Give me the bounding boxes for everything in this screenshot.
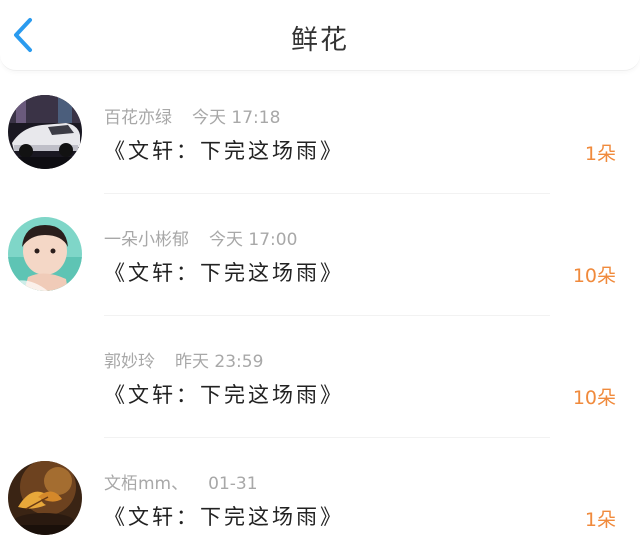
username[interactable]: 百花亦绿	[104, 108, 172, 128]
page-title: 鲜花	[291, 25, 349, 56]
gift-list: 百花亦绿 今天 17:18 《文轩：下完这场雨》 1朵 一朵小彬郁 今天 17:00…	[0, 72, 640, 560]
timestamp: 今天 17:18	[192, 108, 281, 128]
username[interactable]: 一朵小彬郁	[104, 230, 189, 250]
avatar[interactable]	[8, 95, 82, 169]
timestamp: 今天 17:00	[209, 230, 298, 250]
timestamp: 01-31	[208, 474, 258, 494]
flower-count: 10朵	[572, 265, 616, 287]
gift-message: 《文轩：下完这场雨》	[104, 139, 344, 163]
gift-message: 《文轩：下完这场雨》	[104, 261, 344, 285]
username[interactable]: 文栢mm、	[104, 474, 188, 494]
flower-count: 10朵	[572, 387, 616, 409]
gift-message: 《文轩：下完这场雨》	[104, 505, 344, 529]
avatar[interactable]	[8, 217, 82, 291]
gift-message: 《文轩：下完这场雨》	[104, 383, 344, 407]
flower-count: 1朵	[584, 143, 616, 165]
timestamp: 昨天 23:59	[175, 352, 264, 372]
username[interactable]: 郭妙玲	[104, 352, 155, 372]
list-item[interactable]: 文栢mm、 01-31 《文轩：下完这场雨》 1朵	[0, 438, 640, 560]
avatar[interactable]	[8, 461, 82, 535]
list-item[interactable]: 一朵小彬郁 今天 17:00 《文轩：下完这场雨》 10朵	[0, 194, 640, 316]
list-item[interactable]: 百花亦绿 今天 17:18 《文轩：下完这场雨》 1朵	[0, 72, 640, 194]
flower-count: 1朵	[584, 509, 616, 531]
list-item[interactable]: 郭妙玲 昨天 23:59 《文轩：下完这场雨》 10朵	[0, 316, 640, 438]
header-bar: 鲜花	[0, 0, 640, 71]
